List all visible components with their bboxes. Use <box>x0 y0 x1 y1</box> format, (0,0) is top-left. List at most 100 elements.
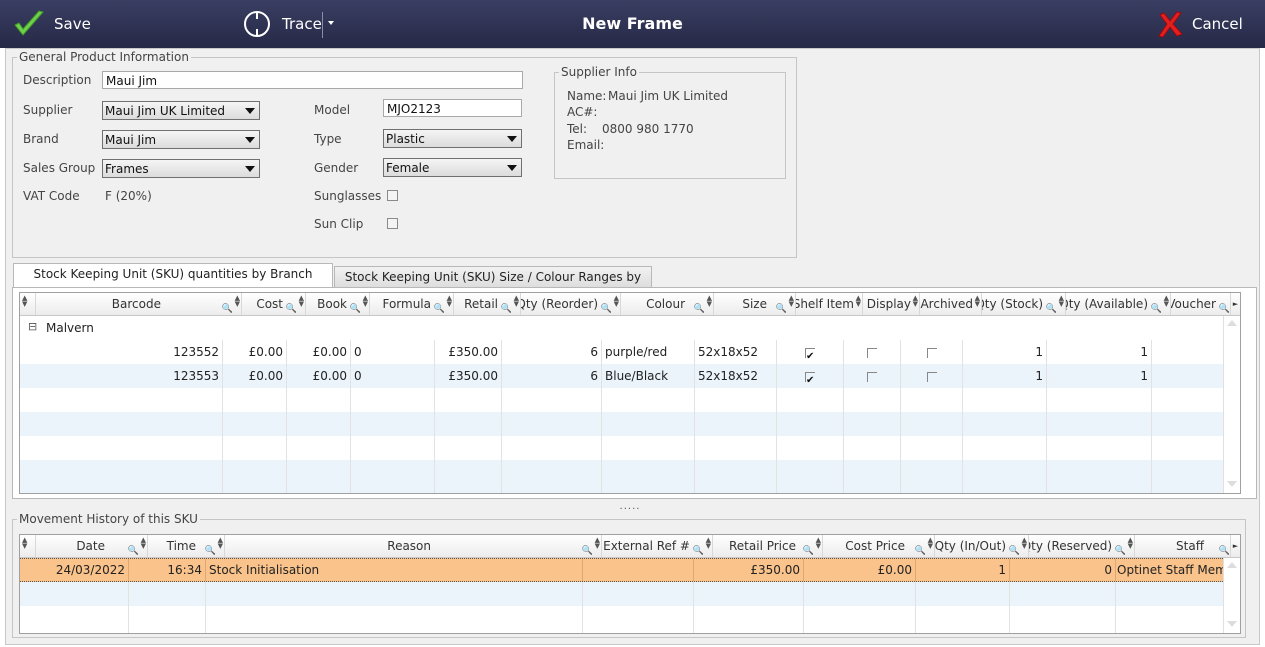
column-header-retail[interactable]: Retail 🔍 ▲ ▼ <box>454 293 521 315</box>
column-header-reason[interactable]: Reason 🔍 ▲ ▼ <box>225 535 602 557</box>
sort-icon[interactable]: ▲ ▼ <box>1022 537 1027 550</box>
splitter-handle[interactable]: ..... <box>600 502 660 512</box>
column-header-colour[interactable]: Colour 🔍 ▲ ▼ <box>621 293 714 315</box>
search-icon[interactable]: 🔍 <box>222 298 233 315</box>
cell-archived[interactable] <box>901 364 963 388</box>
search-icon[interactable]: 🔍 <box>1219 540 1230 557</box>
sales-group-select[interactable]: Frames <box>102 159 260 178</box>
sort-icon[interactable]: ▲ ▼ <box>975 295 980 308</box>
description-input[interactable]: Maui Jim <box>102 71 523 89</box>
column-header-formula[interactable]: Formula 🔍 ▲ ▼ <box>370 293 454 315</box>
shelf-item-checkbox[interactable] <box>805 369 815 388</box>
cell-cost-price[interactable]: £0.00 <box>804 559 916 581</box>
cell-shelf-item[interactable] <box>777 340 844 364</box>
cell-barcode[interactable]: 123552 <box>20 340 223 364</box>
cell-cost[interactable]: £0.00 <box>223 364 287 388</box>
scroll-down-icon[interactable] <box>1227 621 1237 627</box>
cell-qty-stock[interactable]: 1 <box>963 364 1047 388</box>
scroll-up-icon[interactable] <box>1227 320 1237 326</box>
cell-archived[interactable] <box>901 340 963 364</box>
column-header-qty-reserved[interactable]: Qty (Reserved) 🔍 ▲ ▼ <box>1029 535 1135 557</box>
sort-icon[interactable]: ▲ ▼ <box>363 295 368 308</box>
cell-voucher[interactable] <box>1152 364 1223 388</box>
cell-qty-in-out[interactable]: 1 <box>916 559 1010 581</box>
search-icon[interactable]: 🔍 <box>601 298 612 315</box>
sort-icon[interactable]: ▲ ▼ <box>447 295 452 308</box>
cell-shelf-item[interactable] <box>777 364 844 388</box>
tab-sku-quantities[interactable]: Stock Keeping Unit (SKU) quantities by B… <box>13 263 333 288</box>
table-row-selected[interactable]: 24/03/2022 16:34 Stock Initialisation £3… <box>20 558 1223 582</box>
cell-external-ref[interactable] <box>583 559 694 581</box>
scroll-up-icon[interactable] <box>1227 562 1237 568</box>
display-checkbox[interactable] <box>867 347 877 358</box>
sort-icon[interactable]: ▲ ▼ <box>218 537 223 550</box>
sort-icon[interactable]: ▲ ▼ <box>1128 537 1133 550</box>
sort-icon[interactable]: ▲ ▼ <box>706 537 711 550</box>
sort-icon[interactable]: ▲ ▼ <box>913 295 918 308</box>
search-icon[interactable]: 🔍 <box>350 298 361 315</box>
cell-retail[interactable]: £350.00 <box>435 340 502 364</box>
sort-icon[interactable]: ▲ ▼ <box>299 295 304 308</box>
sort-icon[interactable]: ▲ ▼ <box>816 537 821 550</box>
column-header-cost-price[interactable]: Cost Price 🔍 ▲ ▼ <box>823 535 935 557</box>
cell-size[interactable]: 52x18x52 <box>695 364 777 388</box>
search-icon[interactable]: 🔍 <box>694 298 705 315</box>
column-header-qty-stock[interactable]: Qty (Stock) 🔍 ▲ ▼ <box>982 293 1066 315</box>
search-icon[interactable]: 🔍 <box>1115 540 1126 557</box>
column-header-voucher[interactable]: Voucher 🔍 <box>1171 293 1231 315</box>
cell-retail[interactable]: £350.00 <box>435 364 502 388</box>
search-icon[interactable]: 🔍 <box>1219 298 1230 315</box>
shelf-item-checkbox[interactable] <box>805 345 815 364</box>
cell-voucher[interactable] <box>1152 340 1223 364</box>
supplier-select[interactable]: Maui Jim UK Limited <box>102 101 260 120</box>
sort-icon[interactable]: ▲ ▼ <box>1059 295 1064 308</box>
cell-book[interactable]: £0.00 <box>287 340 351 364</box>
search-icon[interactable]: 🔍 <box>582 540 593 557</box>
cell-book[interactable]: £0.00 <box>287 364 351 388</box>
cell-qty-stock[interactable]: 1 <box>963 340 1047 364</box>
sort-icon[interactable]: ▲ ▼ <box>595 537 600 550</box>
sun-clip-checkbox[interactable] <box>387 218 398 229</box>
cell-colour[interactable]: Blue/Black <box>602 364 695 388</box>
cell-qty-available[interactable]: 1 <box>1047 364 1152 388</box>
tab-sku-ranges[interactable]: Stock Keeping Unit (SKU) Size / Colour R… <box>334 266 652 304</box>
column-header-qty-available[interactable]: Qty (Available) 🔍 ▲ ▼ <box>1066 293 1171 315</box>
brand-select[interactable]: Maui Jim <box>102 130 260 149</box>
cell-reason[interactable]: Stock Initialisation <box>206 559 583 581</box>
cell-barcode[interactable]: 123553 <box>20 364 223 388</box>
cell-colour[interactable]: purple/red <box>602 340 695 364</box>
search-icon[interactable]: 🔍 <box>501 298 512 315</box>
cell-display[interactable] <box>844 364 901 388</box>
search-icon[interactable]: 🔍 <box>693 540 704 557</box>
sort-icon[interactable]: ▲ ▼ <box>789 295 794 308</box>
cell-retail-price[interactable]: £350.00 <box>694 559 804 581</box>
column-header-barcode[interactable]: Barcode 🔍 ▲ ▼ <box>36 293 242 315</box>
search-icon[interactable]: 🔍 <box>434 298 445 315</box>
cancel-button[interactable]: Cancel <box>1155 6 1243 42</box>
search-icon[interactable]: 🔍 <box>205 540 216 557</box>
cell-qty-reorder[interactable]: 6 <box>502 364 602 388</box>
column-header-external-ref[interactable]: External Ref # 🔍 ▲ ▼ <box>602 535 713 557</box>
column-header-time[interactable]: Time 🔍 ▲ ▼ <box>148 535 225 557</box>
cell-date[interactable]: 24/03/2022 <box>20 559 129 581</box>
cell-qty-reserved[interactable]: 0 <box>1010 559 1116 581</box>
search-icon[interactable]: 🔍 <box>1046 298 1057 315</box>
search-icon[interactable]: 🔍 <box>128 540 139 557</box>
movement-grid-scrollbar[interactable] <box>1223 558 1240 633</box>
column-header-staff[interactable]: Staff 🔍 <box>1135 535 1231 557</box>
table-row[interactable]: 123552 £0.00 £0.00 0 £350.00 6 purple/re… <box>20 340 1223 364</box>
cell-display[interactable] <box>844 340 901 364</box>
scroll-right-button[interactable]: ► <box>1231 535 1240 557</box>
column-header-date[interactable]: Date 🔍 ▲ ▼ <box>36 535 148 557</box>
search-icon[interactable]: 🔍 <box>1151 298 1162 315</box>
display-checkbox[interactable] <box>867 371 877 382</box>
sunglasses-checkbox[interactable] <box>387 190 398 201</box>
cell-qty-available[interactable]: 1 <box>1047 340 1152 364</box>
column-header-book[interactable]: Book 🔍 ▲ ▼ <box>306 293 370 315</box>
column-header-size[interactable]: Size 🔍 ▲ ▼ <box>714 293 796 315</box>
column-header-qty-reorder[interactable]: Qty (Reorder) 🔍 ▲ ▼ <box>521 293 621 315</box>
cell-size[interactable]: 52x18x52 <box>695 340 777 364</box>
search-icon[interactable]: 🔍 <box>915 540 926 557</box>
sort-icon[interactable]: ▲ ▼ <box>928 537 933 550</box>
cell-formula[interactable]: 0 <box>351 364 435 388</box>
